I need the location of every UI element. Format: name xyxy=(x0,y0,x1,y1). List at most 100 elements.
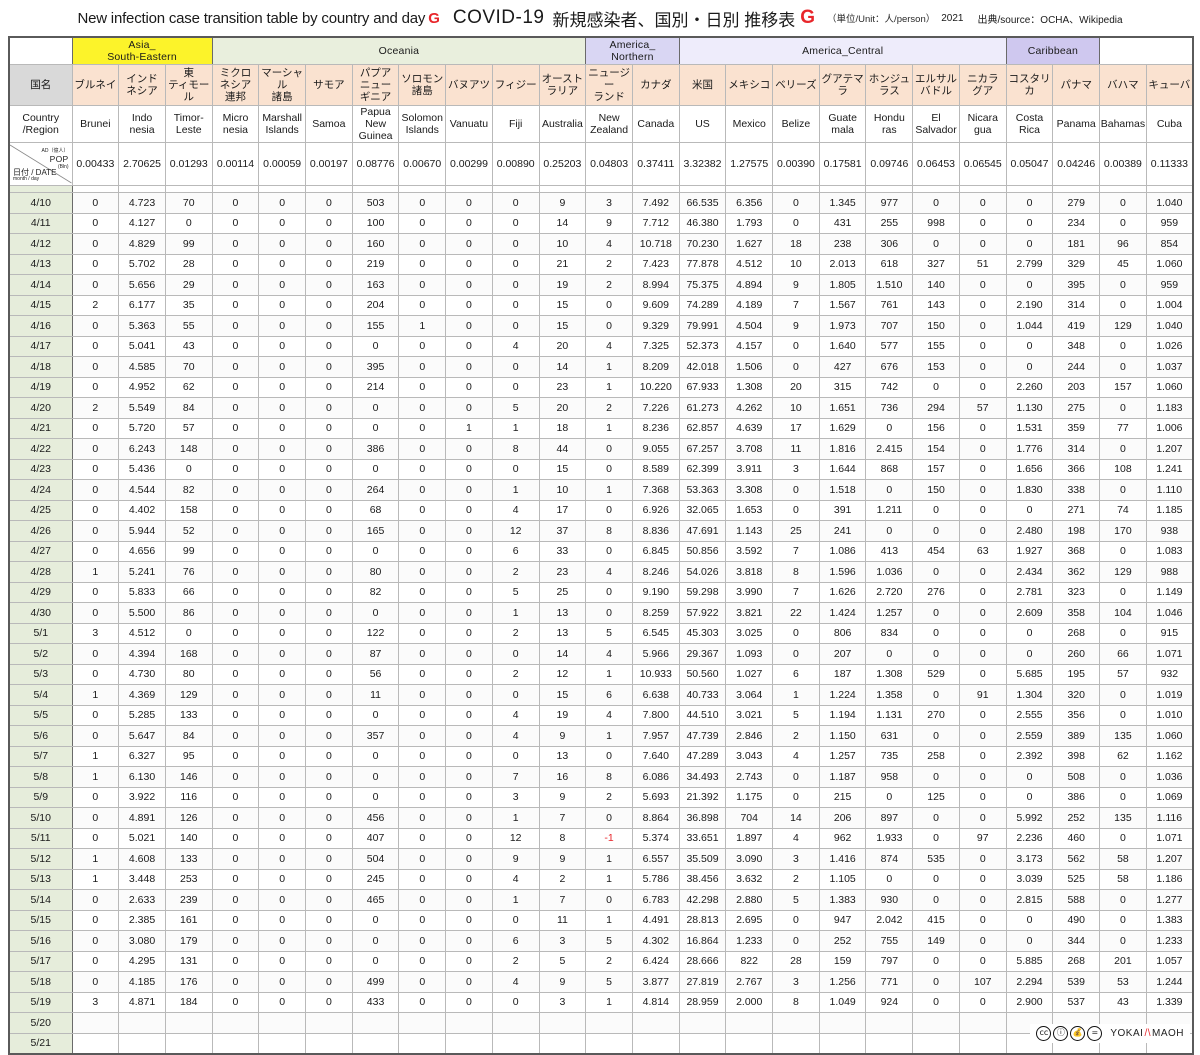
data-cell: 4.894 xyxy=(725,274,774,296)
country-header-jp-honduras: ホンジュ ラス xyxy=(865,64,914,106)
date-cell: 5/10 xyxy=(8,807,73,829)
table-row[interactable]: 4/26 0 5.944 52 0 0 0 165 0 0 12 37 8 8.836 47.691 1.14… xyxy=(8,520,1194,542)
data-cell: 874 xyxy=(865,848,914,870)
table-row[interactable]: 4/21 0 5.720 57 0 0 0 0 0 1 1 18 1 8.236 62.857 4.639 17… xyxy=(8,417,1194,440)
table-row[interactable]: 5/12 1 4.608 133 0 0 0 504 0 0 9 9 1 6.557 35.509 3.090… xyxy=(8,848,1194,870)
table-row[interactable]: 4/30 0 5.500 86 0 0 0 0 0 0 1 13 0 8.259 57.922 3.821 22… xyxy=(8,602,1194,624)
data-cell: 279 xyxy=(1052,192,1101,214)
table-row[interactable]: 5/17 0 4.295 131 0 0 0 0 0 0 2 5 2 6.424 28.666 822 28 15… xyxy=(8,950,1194,973)
table-row[interactable]: 4/18 0 4.585 70 0 0 0 395 0 0 0 14 1 8.209 42.018 1.506… xyxy=(8,356,1194,378)
data-cell: 577 xyxy=(865,335,914,358)
table-row[interactable]: 4/12 0 4.829 99 0 0 0 160 0 0 0 10 4 10.718 70.230 1.62… xyxy=(8,233,1194,255)
data-cell: 0 xyxy=(398,417,447,440)
table-row[interactable]: 4/10 0 4.723 70 0 0 0 503 0 0 0 9 3 7.492 66.535 6.356 0… xyxy=(8,192,1194,214)
data-cell: 947 xyxy=(818,909,867,932)
data-cell: 0 xyxy=(258,520,307,542)
table-row[interactable]: 5/21 xyxy=(8,1032,1194,1055)
table-row[interactable]: 5/11 0 5.021 140 0 0 0 407 0 0 12 8 -1 5.374 33.651 1.8… xyxy=(8,827,1194,850)
data-cell: 0 xyxy=(351,930,400,952)
data-cell: 99 xyxy=(164,233,213,255)
data-cell: 0 xyxy=(772,356,820,378)
data-cell xyxy=(631,1012,680,1034)
table-row[interactable]: 4/15 2 6.177 35 0 0 0 204 0 0 0 15 0 9.609 74.289 4.189… xyxy=(8,294,1194,317)
table-row[interactable]: 5/6 0 5.647 84 0 0 0 357 0 0 4 9 1 7.957 47.739 2.846 2 1… xyxy=(8,725,1194,747)
date-cell: 4/25 xyxy=(8,499,73,522)
table-row[interactable]: 5/16 0 3.080 179 0 0 0 0 0 0 6 3 5 4.302 16.864 1.233 0 2… xyxy=(8,930,1194,952)
data-cell: 1 xyxy=(585,356,633,378)
table-row[interactable]: 5/10 0 4.891 126 0 0 0 456 0 0 1 7 0 8.864 36.898 704 14… xyxy=(8,807,1194,829)
data-cell: 2.720 xyxy=(865,581,914,604)
data-cell xyxy=(912,1012,960,1034)
data-cell: 1 xyxy=(585,991,633,1014)
data-cell: 0 xyxy=(398,725,447,747)
data-cell: 1 xyxy=(398,315,447,337)
data-cell: 1.933 xyxy=(865,827,914,850)
data-cell: 58 xyxy=(1099,848,1147,870)
table-row[interactable]: 4/22 0 6.243 148 0 0 0 386 0 0 8 44 0 9.055 67.257 3.70… xyxy=(8,438,1194,460)
date-cell: 5/14 xyxy=(8,889,73,911)
data-cell: 0 xyxy=(258,274,307,296)
table-row[interactable]: 4/11 0 4.127 0 0 0 0 100 0 0 0 14 9 7.712 46.380 1.793 0… xyxy=(8,212,1194,235)
date-cell: 4/30 xyxy=(8,602,73,624)
data-cell: 6.783 xyxy=(631,889,680,911)
table-row[interactable]: 5/15 0 2.385 161 0 0 0 0 0 0 0 11 1 4.491 28.813 2.695 0… xyxy=(8,909,1194,932)
table-row[interactable]: 4/20 2 5.549 84 0 0 0 0 0 0 5 20 2 7.226 61.273 4.262 10… xyxy=(8,397,1194,419)
data-cell: 0 xyxy=(71,807,120,829)
table-row[interactable]: 4/17 0 5.041 43 0 0 0 0 0 0 4 20 4 7.325 52.373 4.157 0 1… xyxy=(8,335,1194,358)
data-cell: 3.090 xyxy=(725,848,774,870)
data-cell: 0 xyxy=(865,786,914,809)
data-cell: 0 xyxy=(1005,356,1054,378)
table-row[interactable]: 4/14 0 5.656 29 0 0 0 163 0 0 0 19 2 8.994 75.375 4.894… xyxy=(8,274,1194,296)
data-cell: 3.592 xyxy=(725,540,774,563)
axis-corner-cell: AD（億人） POP (Bln) 日付 / DATE month / day xyxy=(8,142,73,187)
table-row[interactable]: 4/24 0 4.544 82 0 0 0 264 0 0 1 10 1 7.368 53.363 3.308… xyxy=(8,479,1194,501)
table-row[interactable]: 5/13 1 3.448 253 0 0 0 245 0 0 4 2 1 5.786 38.456 3.632… xyxy=(8,868,1194,891)
table-row[interactable]: 4/27 0 4.656 99 0 0 0 0 0 0 6 33 0 6.845 50.856 3.592 7 1… xyxy=(8,540,1194,563)
data-cell: 1.010 xyxy=(1145,704,1194,727)
table-row[interactable]: 5/20 xyxy=(8,1012,1194,1034)
table-row[interactable]: 5/7 1 6.327 95 0 0 0 0 0 0 0 13 0 7.640 47.289 3.043 4 1.… xyxy=(8,745,1194,768)
data-cell: 0 xyxy=(398,397,447,419)
table-row[interactable]: 4/19 0 4.952 62 0 0 0 214 0 0 0 23 1 10.220 67.933 1.30… xyxy=(8,376,1194,399)
data-cell: 0 xyxy=(398,274,447,296)
data-cell: 0 xyxy=(491,643,540,665)
data-cell: 0 xyxy=(491,253,540,276)
table-row[interactable]: 5/9 0 3.922 116 0 0 0 0 0 0 3 9 2 5.693 21.392 1.175 0 21… xyxy=(8,786,1194,809)
table-row[interactable]: 5/5 0 5.285 133 0 0 0 0 0 0 4 19 4 7.800 44.510 3.021 5 1… xyxy=(8,704,1194,727)
table-row[interactable]: 4/29 0 5.833 66 0 0 0 82 0 0 5 25 0 9.190 59.298 3.990 7… xyxy=(8,581,1194,604)
data-cell: 0 xyxy=(398,827,447,850)
data-cell: 100 xyxy=(351,212,400,235)
table-row[interactable]: 5/3 0 4.730 80 0 0 0 56 0 0 2 12 1 10.933 50.560 1.027 6… xyxy=(8,663,1194,686)
table-row[interactable]: 5/1 3 4.512 0 0 0 0 122 0 0 2 13 5 6.545 45.303 3.025 0 8… xyxy=(8,622,1194,645)
data-cell: 0 xyxy=(71,663,120,686)
data-cell: 3.632 xyxy=(725,868,774,891)
data-cell: 57 xyxy=(1099,663,1147,686)
data-cell: 0 xyxy=(491,294,540,317)
data-cell: 0 xyxy=(258,930,307,952)
data-cell: 0 xyxy=(211,417,260,440)
table-row[interactable]: 5/18 0 4.185 176 0 0 0 499 0 0 4 9 5 3.877 27.819 2.767… xyxy=(8,971,1194,993)
data-cell xyxy=(445,1012,493,1034)
table-row[interactable]: 4/16 0 5.363 55 0 0 0 155 1 0 0 15 0 9.329 79.991 4.504… xyxy=(8,315,1194,337)
data-cell: 10.220 xyxy=(631,376,680,399)
table-row[interactable]: 5/4 1 4.369 129 0 0 0 11 0 0 0 15 6 6.638 40.733 3.064 1… xyxy=(8,684,1194,706)
table-row[interactable]: 4/13 0 5.702 28 0 0 0 219 0 0 0 21 2 7.423 77.878 4.512… xyxy=(8,253,1194,276)
table-row[interactable]: 4/23 0 5.436 0 0 0 0 0 0 0 0 15 0 8.589 62.399 3.911 3 1.… xyxy=(8,458,1194,481)
data-cell: 1.057 xyxy=(1145,950,1194,973)
spacer-cell xyxy=(258,185,307,194)
table-row[interactable]: 5/8 1 6.130 146 0 0 0 0 0 0 7 16 8 6.086 34.493 2.743 0 1… xyxy=(8,766,1194,788)
data-cell: 1 xyxy=(71,745,120,768)
data-cell: 80 xyxy=(164,663,213,686)
table-row[interactable]: 4/25 0 4.402 158 0 0 0 68 0 0 4 17 0 6.926 32.065 1.653… xyxy=(8,499,1194,522)
table-row[interactable]: 5/14 0 2.633 239 0 0 0 465 0 0 1 7 0 6.783 42.298 2.880… xyxy=(8,889,1194,911)
table-row[interactable]: 4/28 1 5.241 76 0 0 0 80 0 0 2 23 4 8.246 54.026 3.818 8… xyxy=(8,561,1194,583)
table-row[interactable]: 5/2 0 4.394 168 0 0 0 87 0 0 0 14 4 5.966 29.367 1.093 0… xyxy=(8,643,1194,665)
country-header-en-australia: Australia xyxy=(538,104,587,144)
data-cell: 0 xyxy=(912,991,960,1014)
data-cell: 20 xyxy=(538,335,587,358)
data-cell: 0 xyxy=(351,745,400,768)
data-cell: 0 xyxy=(912,827,960,850)
data-cell: 184 xyxy=(164,991,213,1014)
table-row[interactable]: 5/19 3 4.871 184 0 0 0 433 0 0 0 3 1 4.814 28.959 2.000… xyxy=(8,991,1194,1014)
data-cell: 6.130 xyxy=(118,766,166,788)
